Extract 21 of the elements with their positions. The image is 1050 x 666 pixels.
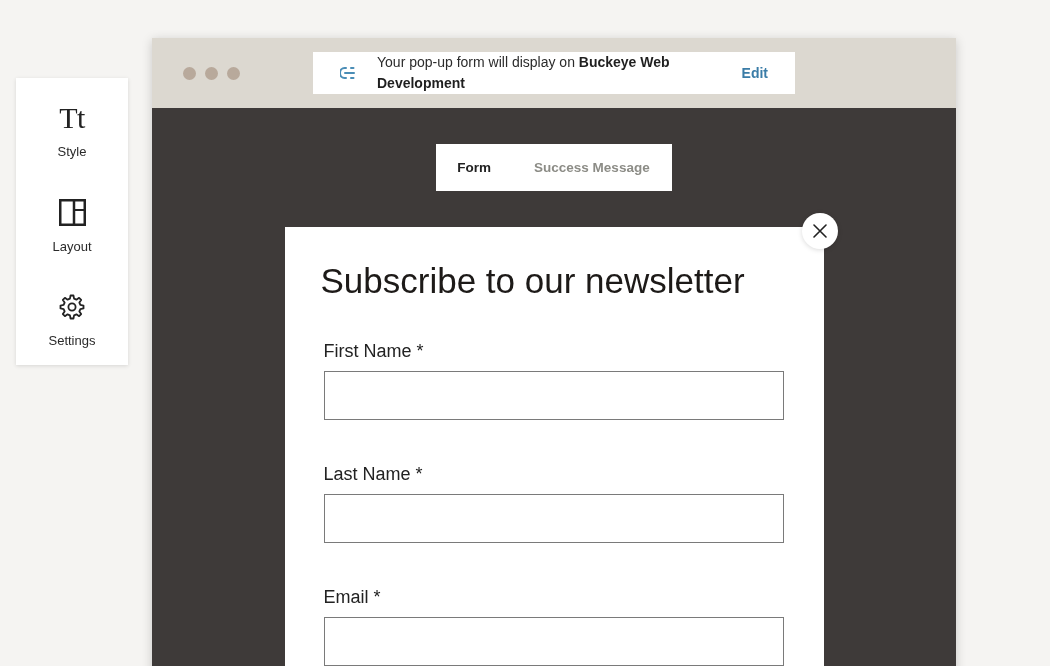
popup-title: Subscribe to our newsletter xyxy=(320,261,746,301)
tab[interactable]: Success Message xyxy=(513,144,672,191)
layout-icon xyxy=(58,199,86,226)
input-field[interactable] xyxy=(323,371,784,420)
field-label: Last Name * xyxy=(323,463,424,485)
sidebar-item[interactable]: Settings xyxy=(16,281,128,363)
text-icon: Tt xyxy=(59,105,85,131)
sidebar-item[interactable]: Tt Style xyxy=(16,92,128,186)
sidebar-item[interactable]: Layout xyxy=(16,186,128,281)
tab[interactable]: Form xyxy=(436,144,514,191)
edit-link[interactable]: Edit xyxy=(741,65,768,81)
link-icon xyxy=(340,67,356,79)
input-field[interactable] xyxy=(323,494,784,543)
close-button[interactable] xyxy=(801,213,838,249)
notice-text: Your pop-up form will display on Buckeye Web Development xyxy=(377,53,671,93)
close-icon xyxy=(812,224,827,238)
field-label: First Name * xyxy=(323,340,425,362)
window-dots-icon xyxy=(183,66,240,80)
settings-icon xyxy=(59,294,85,320)
input-field[interactable] xyxy=(323,617,784,666)
field-label: Email * xyxy=(323,586,382,608)
